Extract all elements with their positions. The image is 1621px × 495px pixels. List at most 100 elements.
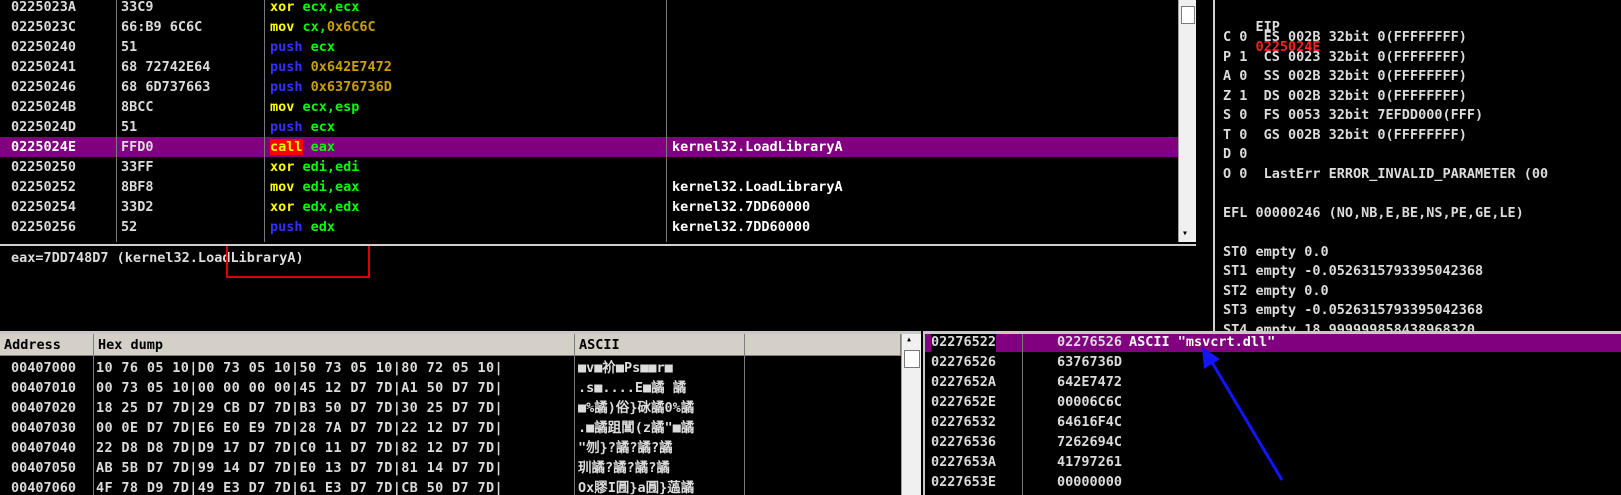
ascii-column-header[interactable]: ASCII	[575, 334, 745, 356]
dump-hex[interactable]: 22 D8 D8 7D|D9 17 D7 7D|C0 11 D7 7D|82 1…	[96, 438, 503, 458]
instruction-mnemonic: push ecx	[270, 37, 335, 57]
instruction-mnemonic: mov edi,eax	[270, 177, 359, 197]
register-line[interactable]: ST1 empty -0.0526315793395042368	[1223, 261, 1483, 281]
register-line[interactable]: C 0 ES 002B 32bit 0(FFFFFFFF)	[1223, 27, 1467, 47]
register-line[interactable]: ST3 empty -0.0526315793395042368	[1223, 300, 1483, 320]
disasm-row[interactable]: 02250252 8BF8 mov edi,eax kernel32.LoadLibr…	[0, 177, 1196, 197]
disasm-row[interactable]: 02250241 68 72742E64 push 0x642E7472	[0, 57, 1196, 77]
instruction-address: 02250246	[11, 79, 77, 95]
instruction-address: 0225024B	[11, 99, 77, 115]
annotation-arrow-icon	[1202, 347, 1284, 481]
dump-ascii[interactable]: ■v■衸■Ps■■r■	[578, 358, 742, 378]
dump-address[interactable]: 00407030	[11, 418, 76, 438]
scroll-up-icon[interactable]: ▴	[906, 334, 912, 345]
dump-address[interactable]: 00407000	[11, 358, 76, 378]
dump-address[interactable]: 00407060	[11, 478, 76, 495]
header-filler	[745, 334, 901, 356]
dump-address[interactable]: 00407040	[11, 438, 76, 458]
instruction-address: 02250240	[11, 39, 77, 55]
mnemonic-part: 0x6C6C	[326, 19, 376, 35]
disassembly-pane[interactable]: 0225023A 33C9 xor ecx,ecx 0225023C 66:B9 6C6…	[0, 0, 1196, 242]
instruction-address: 02250254	[11, 199, 77, 215]
dump-address[interactable]: 00407010	[11, 378, 76, 398]
dump-ascii[interactable]: .s■....E■譎 譎	[578, 378, 742, 398]
instruction-address: 02250250	[11, 159, 77, 175]
dump-ascii[interactable]: "刎}?譎?譎?譎	[578, 438, 742, 458]
mnemonic-part: 0x6376736D	[302, 79, 392, 95]
instruction-bytes: 8BCC	[121, 99, 154, 115]
dump-hex[interactable]: AB 5B D7 7D|99 14 D7 7D|E0 13 D7 7D|81 1…	[96, 458, 503, 478]
disassembly-scrollbar[interactable]: ▾	[1178, 0, 1196, 242]
dump-scrollbar[interactable]: ▴	[901, 334, 921, 495]
disasm-row[interactable]: 0225024B 8BCC mov ecx,esp	[0, 97, 1196, 117]
disasm-row[interactable]: 02250254 33D2 xor edx,edx kernel32.7DD60000	[0, 197, 1196, 217]
info-pane: eax=7DD748D7 (kernel32.LoadLibraryA)	[0, 244, 1196, 332]
stack-address: 0227653E	[931, 474, 997, 490]
dump-ascii[interactable]: 玔譎?譎?譎?譎	[578, 458, 742, 478]
mnemonic-part: call	[270, 139, 303, 155]
register-line[interactable]: T 0 GS 002B 32bit 0(FFFFFFFF)	[1223, 125, 1467, 145]
instruction-address: 02250252	[11, 179, 77, 195]
register-line[interactable]: P 1 CS 0023 32bit 0(FFFFFFFF)	[1223, 47, 1467, 67]
instruction-mnemonic: push 0x6376736D	[270, 77, 392, 97]
instruction-bytes: 33FF	[121, 159, 154, 175]
scroll-down-icon[interactable]: ▾	[1182, 228, 1188, 239]
register-line[interactable]: A 0 SS 002B 32bit 0(FFFFFFFF)	[1223, 66, 1467, 86]
mnemonic-part: ecx,ecx	[294, 0, 360, 15]
register-line[interactable]: S 0 FS 0053 32bit 7EFDD000(FFF)	[1223, 105, 1483, 125]
disasm-row[interactable]: 02250250 33FF xor edi,edi	[0, 157, 1196, 177]
register-line[interactable]: O 0 LastErr ERROR_INVALID_PARAMETER (00	[1223, 164, 1548, 184]
column-divider	[574, 356, 575, 495]
register-line[interactable]: ST0 empty 0.0	[1223, 242, 1329, 262]
register-line[interactable]: Z 1 DS 002B 32bit 0(FFFFFFFF)	[1223, 86, 1467, 106]
dump-address[interactable]: 00407050	[11, 458, 76, 478]
address-column-header[interactable]: Address	[0, 334, 94, 356]
disasm-row[interactable]: 02250246 68 6D737663 push 0x6376736D	[0, 77, 1196, 97]
stack-address: 0227652A	[931, 374, 997, 390]
column-divider	[1022, 334, 1023, 495]
instruction-bytes: 33D2	[121, 199, 154, 215]
dump-ascii[interactable]: .■譎跙閶(z譎"■譎	[578, 418, 742, 438]
dump-ascii[interactable]: Ox賿I㘣}a㘣}薖譎	[578, 478, 742, 495]
dump-hex[interactable]: 00 73 05 10|00 00 00 00|45 12 D7 7D|A1 5…	[96, 378, 503, 398]
register-line[interactable]: ST4 empty 18.999999858438968320	[1223, 320, 1475, 332]
dump-hex[interactable]: 10 76 05 10|D0 73 05 10|50 73 05 10|80 7…	[96, 358, 503, 378]
disasm-row[interactable]: 02250240 51 push ecx	[0, 37, 1196, 57]
mnemonic-part: cx,	[294, 19, 327, 35]
instruction-mnemonic: xor edi,edi	[270, 157, 359, 177]
eip-register[interactable]: EIP 0225024E	[1223, 0, 1321, 55]
registers-pane[interactable]: EIP 0225024E C 0 ES 002B 32bit 0(FFFFFFF…	[1213, 0, 1621, 331]
register-line[interactable]: ST2 empty 0.0	[1223, 281, 1329, 301]
scrollbar-thumb[interactable]	[1181, 6, 1195, 24]
mnemonic-part: eax	[302, 139, 336, 155]
disasm-row[interactable]: 0225023C 66:B9 6C6C mov cx,0x6C6C	[0, 17, 1196, 37]
disasm-row[interactable]: 0225023A 33C9 xor ecx,ecx	[0, 0, 1196, 17]
dump-hex[interactable]: 00 0E D7 7D|E6 E0 E9 7D|28 7A D7 7D|22 1…	[96, 418, 503, 438]
instruction-bytes: 51	[121, 39, 138, 55]
mnemonic-part: push	[270, 219, 303, 235]
instruction-address: 0225024E	[11, 139, 77, 155]
disasm-row[interactable]: 0225024E FFD0 call eax kernel32.LoadLibrary…	[0, 137, 1196, 157]
dump-hex[interactable]: 18 25 D7 7D|29 CB D7 7D|B3 50 D7 7D|30 2…	[96, 398, 503, 418]
dump-address[interactable]: 00407020	[11, 398, 76, 418]
stack-address: 02276536	[931, 434, 997, 450]
dump-ascii[interactable]: ■%譎)俗}砯譎0%譎	[578, 398, 742, 418]
hex-dump-pane[interactable]: Address Hex dump ASCII 00407000 10 76 05 …	[0, 331, 921, 495]
stack-address: 02276522	[931, 334, 997, 352]
instruction-mnemonic: mov cx,0x6C6C	[270, 17, 376, 37]
scrollbar-thumb[interactable]	[904, 350, 920, 368]
disasm-row[interactable]: 0225024D 51 push ecx	[0, 117, 1196, 137]
instruction-comment: kernel32.LoadLibraryA	[672, 139, 843, 155]
register-line[interactable]: D 0	[1223, 144, 1247, 164]
hex-column-header[interactable]: Hex dump	[94, 334, 575, 356]
disasm-row[interactable]: 02250256 52 push edx kernel32.7DD60000	[0, 217, 1196, 237]
mnemonic-part: xor	[270, 0, 295, 15]
instruction-bytes: 51	[121, 119, 138, 135]
register-line[interactable]: EFL 00000246 (NO,NB,E,BE,NS,PE,GE,LE)	[1223, 203, 1524, 223]
instruction-bytes: FFD0	[121, 139, 154, 155]
mnemonic-part: ecx	[302, 119, 336, 135]
stack-value: 02276526	[1056, 334, 1122, 350]
dump-hex[interactable]: 4F 78 D9 7D|49 E3 D7 7D|61 E3 D7 7D|CB 5…	[96, 478, 503, 495]
instruction-bytes: 68 6D737663	[121, 79, 211, 95]
instruction-address: 0225023C	[11, 19, 77, 35]
